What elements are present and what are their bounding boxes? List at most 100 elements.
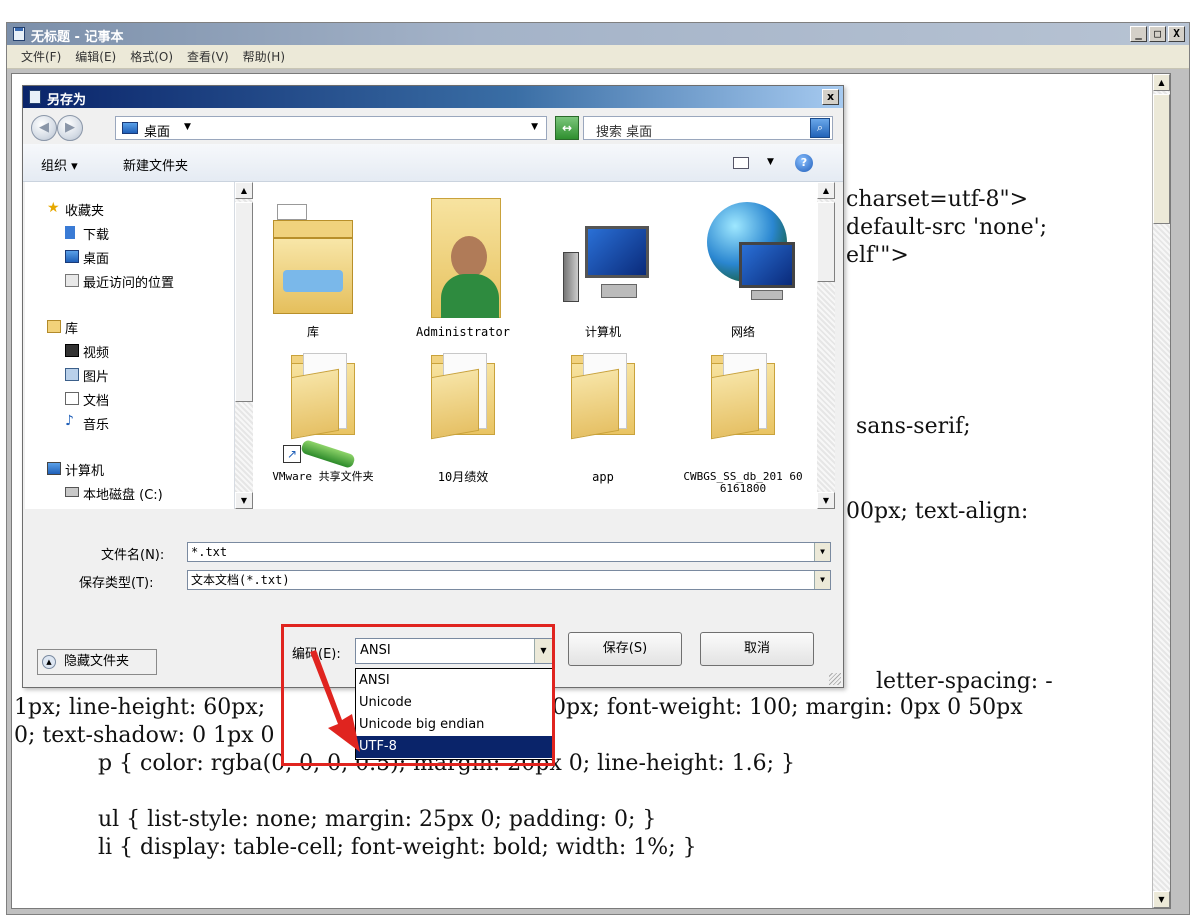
computer-icon [563, 212, 653, 312]
filename-input[interactable]: *.txt ▼ [187, 542, 831, 562]
menu-file[interactable]: 文件(F) [21, 48, 61, 65]
file-item-library[interactable]: 库 [253, 192, 373, 342]
new-folder-button[interactable]: 新建文件夹 [123, 155, 188, 174]
minimize-button[interactable]: _ [1130, 26, 1147, 42]
view-icon[interactable] [733, 157, 749, 169]
file-label: VMware 共享文件夹 [272, 470, 374, 483]
file-label: app [592, 470, 614, 484]
encoding-value: ANSI [360, 643, 391, 658]
navigation-pane: ★ 收藏夹 下载 桌面 最近访问的位置 库 视频 图片 文档 ♪ 音乐 计算机 … [25, 182, 235, 509]
save-button[interactable]: 保存(S) [568, 632, 682, 666]
encoding-option-utf8[interactable]: UTF-8 [356, 736, 552, 758]
code-line: 0; text-shadow: 0 1px 0 [14, 723, 275, 748]
desktop-icon [122, 122, 138, 134]
download-icon [65, 226, 75, 239]
forward-button[interactable]: ▶ [57, 115, 83, 141]
back-button[interactable]: ◀ [31, 115, 57, 141]
scroll-up-icon[interactable]: ▲ [1153, 74, 1170, 91]
nav-label: 本地磁盘 (C:) [83, 488, 163, 503]
code-line: li { display: table-cell; font-weight: b… [70, 835, 697, 860]
scroll-down-icon[interactable]: ▼ [1153, 891, 1170, 908]
chevron-down-icon[interactable]: ▼ [814, 571, 830, 589]
nav-label: 计算机 [65, 464, 105, 479]
encoding-option-ansi[interactable]: ANSI [356, 670, 552, 692]
file-item-app[interactable]: app [543, 347, 663, 507]
hide-folders-button[interactable]: ▲ 隐藏文件夹 [37, 649, 157, 675]
folder-icon [563, 349, 643, 440]
files-scrollbar[interactable]: ▲ ▼ [817, 182, 835, 509]
menu-view[interactable]: 查看(V) [187, 48, 229, 65]
address-path: 桌面 [144, 125, 171, 140]
help-icon[interactable]: ? [795, 154, 813, 172]
dialog-close-button[interactable]: x [822, 89, 839, 105]
shared-folder-icon [283, 349, 363, 440]
scroll-up-icon[interactable]: ▲ [235, 182, 253, 199]
encoding-select[interactable]: ANSI ▼ [355, 638, 553, 664]
scroll-thumb[interactable] [1153, 94, 1170, 224]
music-icon: ♪ [65, 413, 74, 429]
nav-scrollbar[interactable]: ▲ ▼ [235, 182, 253, 509]
refresh-button[interactable]: ↔ [555, 116, 579, 140]
shortcut-arrow-icon: ↗ [283, 445, 301, 463]
resize-grip[interactable] [829, 673, 841, 685]
chevron-down-icon[interactable]: ▼ [534, 639, 552, 663]
scroll-down-icon[interactable]: ▼ [817, 492, 835, 509]
view-dropdown-icon[interactable]: ▼ [767, 157, 774, 167]
menu-edit[interactable]: 编辑(E) [75, 48, 116, 65]
nav-label: 桌面 [83, 252, 110, 267]
encoding-option-unicode-be[interactable]: Unicode big endian [356, 714, 552, 736]
nav-label: 视频 [83, 346, 110, 361]
chevron-up-icon: ▲ [42, 655, 56, 669]
filetype-select[interactable]: 文本文档(*.txt) ▼ [187, 570, 831, 590]
code-line: 1px; line-height: 60px; [14, 695, 266, 720]
notepad-icon [13, 27, 25, 41]
filetype-label: 保存类型(T): [79, 576, 154, 591]
maximize-button[interactable]: □ [1149, 26, 1166, 42]
menu-format[interactable]: 格式(O) [130, 48, 173, 65]
organize-button[interactable]: 组织 ▾ [41, 155, 78, 174]
file-item-computer[interactable]: 计算机 [543, 192, 663, 342]
chevron-down-icon[interactable]: ▼ [814, 543, 830, 561]
video-icon [65, 344, 79, 357]
scroll-down-icon[interactable]: ▼ [235, 492, 253, 509]
file-item-administrator[interactable]: Administrator [403, 192, 523, 342]
search-placeholder: 搜索 桌面 [596, 125, 653, 140]
nav-label: 最近访问的位置 [83, 276, 175, 291]
file-item-10month[interactable]: 10月绩效 [403, 347, 523, 507]
address-bar[interactable]: 桌面 ▼ ▼ [115, 116, 547, 140]
close-button[interactable]: X [1168, 26, 1185, 42]
picture-icon [65, 368, 79, 381]
star-icon: ★ [47, 200, 60, 216]
cancel-button[interactable]: 取消 [700, 632, 814, 666]
notepad-titlebar[interactable]: 无标题 - 记事本 _ □ X [7, 23, 1189, 45]
search-icon[interactable]: ⌕ [810, 118, 830, 138]
nav-label: 下载 [83, 228, 110, 243]
encoding-label: 编码(E): [292, 647, 341, 662]
encoding-options: ANSI Unicode Unicode big endian UTF-8 [355, 668, 553, 760]
file-label: 10月绩效 [437, 470, 489, 484]
notepad-title: 无标题 - 记事本 [31, 30, 124, 45]
code-line: ul { list-style: none; margin: 25px 0; p… [70, 807, 657, 832]
scroll-thumb[interactable] [235, 202, 253, 402]
menu-help[interactable]: 帮助(H) [243, 48, 285, 65]
scroll-thumb[interactable] [817, 202, 835, 282]
file-label: 网络 [730, 325, 755, 339]
encoding-option-unicode[interactable]: Unicode [356, 692, 552, 714]
dialog-titlebar[interactable]: 另存为 x [23, 86, 843, 108]
search-input[interactable]: 搜索 桌面 ⌕ [583, 116, 833, 140]
editor-scrollbar[interactable]: ▲ ▼ [1152, 74, 1170, 908]
nav-label: 文档 [83, 394, 110, 409]
address-chevron-icon[interactable]: ▼ [184, 122, 191, 132]
scroll-up-icon[interactable]: ▲ [817, 182, 835, 199]
file-item-network[interactable]: 网络 [683, 192, 803, 342]
dialog-toolbar: 组织 ▾ 新建文件夹 ▼ ? [23, 144, 843, 182]
nav-label: 库 [65, 322, 79, 337]
file-item-cwbgs[interactable]: CWBGS_SS_db_201 606161800 [683, 347, 803, 507]
disk-icon [65, 487, 79, 497]
hide-folders-label: 隐藏文件夹 [64, 654, 130, 669]
user-folder-icon [423, 198, 503, 318]
file-item-vmware-shared[interactable]: ↗ VMware 共享文件夹 [263, 347, 383, 507]
nav-label: 收藏夹 [65, 204, 105, 219]
folder-icon [423, 349, 503, 440]
address-dropdown-icon[interactable]: ▼ [531, 122, 538, 132]
